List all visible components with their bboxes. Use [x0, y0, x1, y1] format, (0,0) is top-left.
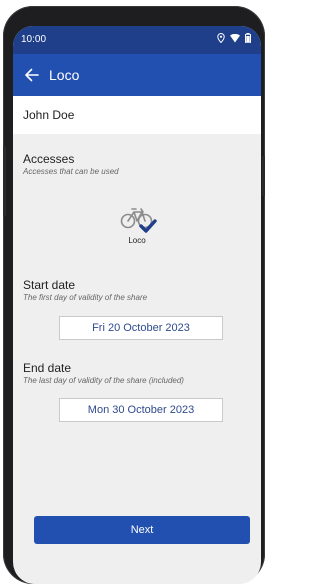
phone-frame: 10:00 Loco John Doe Accesses Accesses th… [3, 6, 265, 584]
check-icon [139, 219, 157, 233]
access-icon [117, 202, 157, 234]
location-icon [217, 30, 225, 48]
back-arrow-icon[interactable] [22, 65, 42, 85]
end-date-subtitle: The last day of validity of the share (i… [23, 376, 184, 385]
access-label: Loco [128, 236, 146, 245]
start-date-subtitle: The first day of validity of the share [23, 293, 148, 302]
battery-icon [245, 30, 251, 48]
user-card: John Doe [13, 96, 261, 134]
user-name: John Doe [23, 108, 75, 122]
status-icons [217, 32, 251, 46]
navigation-bar [13, 572, 261, 584]
access-item-loco[interactable]: Loco [113, 202, 161, 245]
end-date-title: End date [23, 361, 72, 375]
accesses-subtitle: Accesses that can be used [23, 167, 119, 176]
app-bar: Loco [13, 54, 261, 96]
side-button [262, 156, 265, 196]
status-bar: 10:00 [13, 26, 261, 54]
page-title: Loco [49, 67, 80, 83]
accesses-title: Accesses [23, 152, 75, 166]
start-date-button[interactable]: Fri 20 October 2023 [59, 316, 223, 340]
screen: 10:00 Loco John Doe Accesses Accesses th… [13, 26, 261, 584]
status-time: 10:00 [21, 34, 47, 45]
end-date-button[interactable]: Mon 30 October 2023 [59, 398, 223, 422]
next-button[interactable]: Next [34, 516, 250, 544]
wifi-icon [230, 30, 240, 48]
side-button [3, 146, 6, 216]
start-date-title: Start date [23, 278, 76, 292]
